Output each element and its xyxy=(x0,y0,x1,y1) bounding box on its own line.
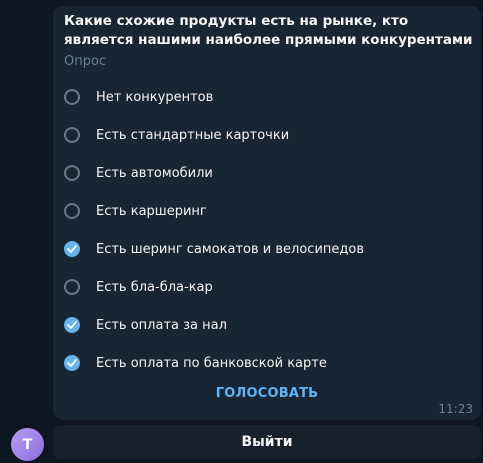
checkbox-checked-icon[interactable] xyxy=(64,355,80,371)
exit-button-label: Выйти xyxy=(241,434,293,450)
poll-option[interactable]: Нет конкурентов xyxy=(53,78,481,116)
avatar-initial: T xyxy=(22,436,33,453)
poll-option-label: Есть автомобили xyxy=(96,165,213,181)
user-avatar-icon[interactable]: T xyxy=(11,428,44,461)
poll-option-label: Есть шеринг самокатов и велосипедов xyxy=(96,241,364,257)
exit-button[interactable]: Выйти xyxy=(53,425,481,459)
poll-option[interactable]: Есть оплата по банковской карте xyxy=(53,344,481,382)
checkmark-icon xyxy=(67,359,77,367)
poll-question: Какие схожие продукты есть на рынке, кто… xyxy=(64,13,473,48)
poll-option[interactable]: Есть стандартные карточки xyxy=(53,116,481,154)
poll-type-label: Опрос xyxy=(64,54,107,69)
radio-unchecked-icon[interactable] xyxy=(64,127,80,143)
checkbox-checked-icon[interactable] xyxy=(64,317,80,333)
checkbox-checked-icon[interactable] xyxy=(64,241,80,257)
radio-unchecked-icon[interactable] xyxy=(64,165,80,181)
message-timestamp: 11:23 xyxy=(438,402,473,416)
poll-message-bubble: Какие схожие продукты есть на рынке, кто… xyxy=(53,6,481,420)
radio-unchecked-icon[interactable] xyxy=(64,203,80,219)
poll-option[interactable]: Есть автомобили xyxy=(53,154,481,192)
poll-option-label: Есть бла-бла-кар xyxy=(96,279,213,295)
poll-option-label: Нет конкурентов xyxy=(96,89,214,105)
vote-button[interactable]: ГОЛОСОВАТЬ xyxy=(53,386,481,401)
poll-option-label: Есть каршеринг xyxy=(96,203,207,219)
radio-unchecked-icon[interactable] xyxy=(64,279,80,295)
poll-option[interactable]: Есть бла-бла-кар xyxy=(53,268,481,306)
poll-option-label: Есть стандартные карточки xyxy=(96,127,290,143)
poll-option-label: Есть оплата за нал xyxy=(96,317,227,333)
radio-unchecked-icon[interactable] xyxy=(64,89,80,105)
checkmark-icon xyxy=(67,245,77,253)
poll-option[interactable]: Есть каршеринг xyxy=(53,192,481,230)
checkmark-icon xyxy=(67,321,77,329)
poll-option[interactable]: Есть оплата за нал xyxy=(53,306,481,344)
poll-option-label: Есть оплата по банковской карте xyxy=(96,355,327,371)
poll-option[interactable]: Есть шеринг самокатов и велосипедов xyxy=(53,230,481,268)
